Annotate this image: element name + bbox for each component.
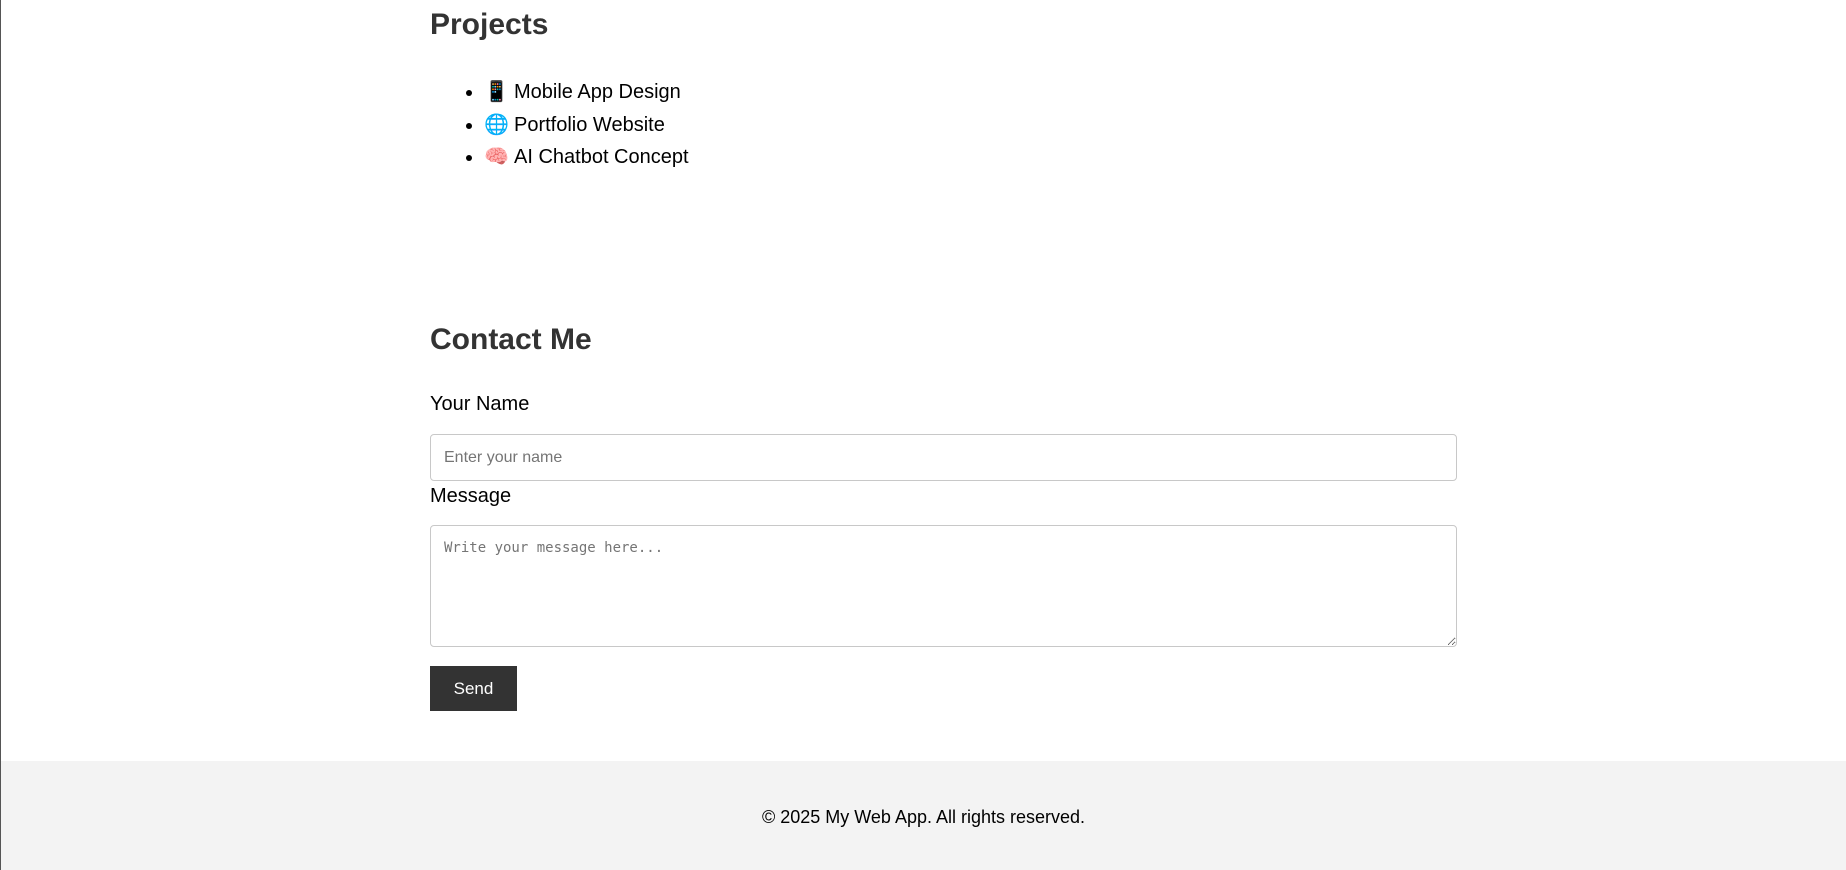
send-button[interactable]: Send xyxy=(430,666,517,711)
project-label: AI Chatbot Concept xyxy=(514,146,689,168)
page: Projects 📱Mobile App Design 🌐Portfolio W… xyxy=(0,0,1846,870)
project-list: 📱Mobile App Design 🌐Portfolio Website 🧠A… xyxy=(430,76,689,174)
globe-icon: 🌐 xyxy=(484,113,509,136)
name-label: Your Name xyxy=(430,393,530,415)
brain-icon: 🧠 xyxy=(484,146,509,168)
name-input[interactable] xyxy=(430,434,1457,481)
list-item: 🧠AI Chatbot Concept xyxy=(484,141,689,174)
projects-heading: Projects xyxy=(430,8,549,41)
mobile-phone-icon: 📱 xyxy=(484,81,509,103)
list-item: 📱Mobile App Design xyxy=(484,76,689,109)
contact-heading: Contact Me xyxy=(430,323,592,356)
list-item: 🌐Portfolio Website xyxy=(484,109,689,142)
project-label: Mobile App Design xyxy=(514,81,681,103)
footer-copyright: © 2025 My Web App. All rights reserved. xyxy=(761,807,1086,827)
message-label: Message xyxy=(430,485,512,507)
project-label: Portfolio Website xyxy=(514,113,665,136)
message-textarea[interactable] xyxy=(430,525,1457,647)
